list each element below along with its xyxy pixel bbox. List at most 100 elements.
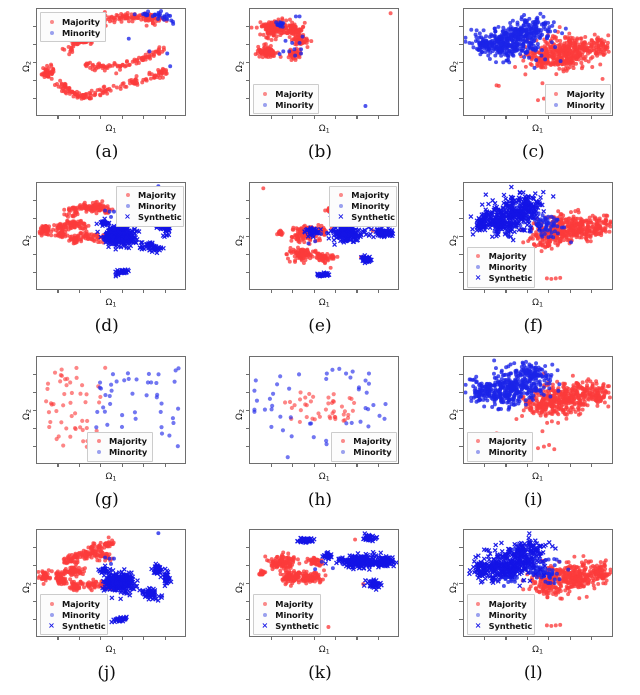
legend-item-minority: Minority — [45, 27, 100, 38]
x-axis-tick — [100, 463, 102, 467]
y-axis-tick — [246, 80, 250, 82]
x-axis-tick — [484, 116, 486, 120]
subplot-panel-d: Majority Minority × Synthetic Ω1 Ω2 (d) — [0, 174, 213, 348]
x-axis-tick — [270, 116, 272, 120]
legend-label: Synthetic — [488, 273, 533, 284]
legend-label: Minority — [488, 262, 527, 273]
y-axis-tick — [459, 547, 463, 549]
x-axis-tick — [335, 116, 337, 120]
legend-label: Majority — [488, 436, 527, 446]
x-axis-tick — [548, 637, 550, 641]
legend-label: Minority — [109, 447, 148, 457]
legend: Majority Minority × Synthetic — [466, 246, 535, 288]
legend-item-minority: Minority — [121, 201, 178, 212]
y-axis-tick — [246, 409, 250, 411]
x-axis-tick — [356, 463, 358, 467]
y-axis-tick — [459, 98, 463, 100]
legend-label: Minority — [275, 609, 314, 620]
subplot-caption: (l) — [523, 663, 543, 684]
legend-item-majority: Majority — [258, 598, 315, 609]
y-axis-tick — [246, 547, 250, 549]
minority-dot-icon — [336, 450, 349, 454]
legend-label: Minority — [138, 201, 177, 212]
x-axis-tick — [121, 116, 123, 120]
series-majority — [250, 11, 393, 62]
legend-label: Minority — [488, 609, 527, 620]
x-axis-label: Ω1 — [532, 124, 544, 135]
x-axis-tick — [377, 637, 379, 641]
subplot-panel-l: Majority Minority × Synthetic Ω1 Ω2 (l) — [427, 521, 640, 695]
legend-item-majority: Majority — [472, 598, 529, 609]
y-axis-label: Ω2 — [235, 60, 246, 72]
legend-label: Majority — [62, 598, 100, 609]
synthetic-cross-icon: × — [474, 620, 482, 630]
minority-dot-icon — [45, 30, 58, 35]
y-axis-label: Ω2 — [22, 234, 33, 246]
y-axis-label: Ω2 — [235, 408, 246, 420]
y-axis-label: Ω2 — [235, 582, 246, 594]
subplot-panel-b: Majority Minority Ω1 Ω2 (b) — [213, 0, 426, 174]
majority-dot-icon — [45, 19, 58, 24]
legend-label: Majority — [566, 88, 605, 99]
y-axis-tick — [246, 565, 250, 567]
x-axis-tick — [484, 637, 486, 641]
legend-item-minority: Minority — [334, 201, 391, 212]
y-axis-tick — [246, 391, 250, 393]
figure-grid: Majority Minority Ω1 Ω2 (a) Majority Minority Ω… — [0, 0, 640, 695]
y-axis-tick — [32, 373, 36, 375]
legend-item-majority: Majority — [121, 190, 178, 201]
y-axis-tick — [32, 445, 36, 447]
legend-label: Majority — [275, 88, 314, 99]
y-axis-label: Ω2 — [448, 582, 460, 594]
x-axis-tick — [377, 116, 379, 120]
plot-area: Majority Minority × Synthetic — [249, 181, 400, 290]
x-axis-tick — [356, 116, 358, 120]
y-axis-tick — [459, 271, 463, 273]
minority-dot-icon — [121, 204, 134, 209]
legend-label: Synthetic — [351, 212, 395, 223]
legend-label: Minority — [566, 99, 605, 110]
plot-area: Majority Minority × Synthetic — [462, 181, 613, 290]
subplot-caption: (g) — [94, 489, 119, 510]
y-axis-tick — [459, 80, 463, 82]
y-axis-tick — [32, 217, 36, 219]
plot-area: Majority Minority × Synthetic — [36, 529, 186, 638]
legend-item-minority: Minority — [550, 99, 605, 110]
x-axis-tick — [548, 116, 550, 120]
y-axis-tick — [246, 619, 250, 621]
minority-dot-icon — [258, 612, 271, 617]
subplot-caption: (c) — [521, 142, 545, 162]
x-axis-label: Ω1 — [532, 471, 544, 482]
y-axis-label: Ω2 — [22, 408, 33, 420]
minority-dot-icon — [472, 612, 485, 617]
minority-dot-icon — [334, 204, 347, 209]
x-axis-tick — [335, 463, 337, 467]
y-axis-tick — [246, 373, 250, 375]
plot-area: Majority Minority × Synthetic — [249, 529, 400, 638]
y-axis-label: Ω2 — [448, 234, 460, 246]
minority-dot-icon — [550, 102, 563, 107]
synthetic-cross-icon: × — [474, 273, 482, 283]
y-axis-tick — [32, 253, 36, 255]
legend-label: Synthetic — [62, 620, 106, 631]
x-axis-tick — [313, 289, 315, 293]
x-axis-label: Ω1 — [318, 297, 330, 309]
majority-dot-icon — [472, 254, 485, 259]
legend-item-majority: Majority — [45, 16, 100, 27]
y-axis-tick — [32, 391, 36, 393]
x-axis-tick — [57, 116, 59, 120]
plot-area: Majority Minority — [462, 355, 613, 464]
x-axis-tick — [164, 463, 166, 467]
x-axis-tick — [292, 463, 294, 467]
y-axis-tick — [459, 199, 463, 201]
y-axis-tick — [459, 44, 463, 46]
legend-item-majority: Majority — [550, 88, 605, 99]
y-axis-tick — [32, 80, 36, 82]
legend: Majority Minority — [87, 431, 153, 462]
x-axis-tick — [100, 116, 102, 120]
x-axis-label: Ω1 — [318, 124, 330, 135]
minority-dot-icon — [472, 450, 485, 454]
x-axis-tick — [78, 463, 80, 467]
legend-label: Minority — [351, 201, 390, 212]
x-axis-tick — [313, 116, 315, 120]
